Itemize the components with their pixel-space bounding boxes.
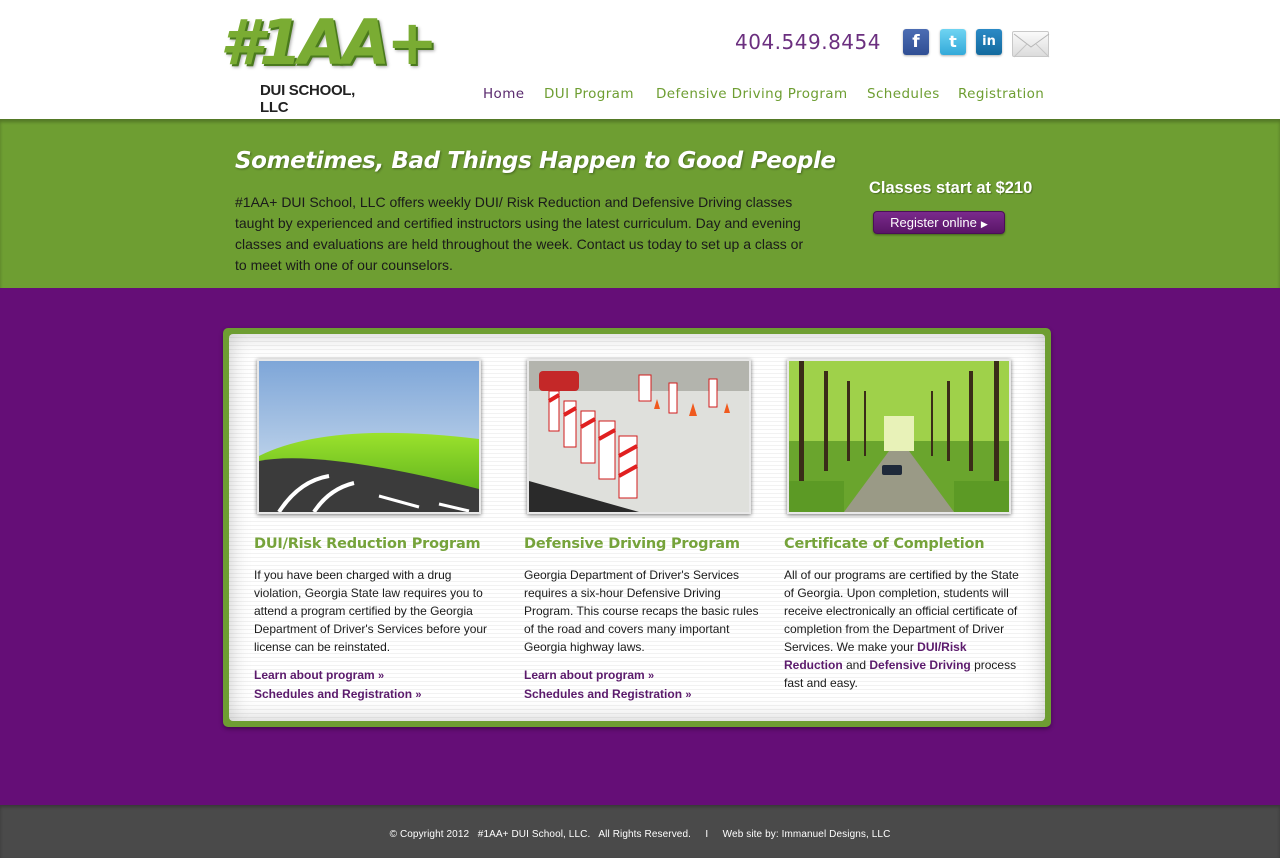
raquo-icon: » xyxy=(415,689,422,701)
footer-copyright: © Copyright 2012 #1AA+ DUI School, LLC. … xyxy=(389,829,891,840)
twitter-icon[interactable]: t xyxy=(940,29,966,55)
certificate-title: Certificate of Completion xyxy=(784,536,985,552)
certificate-text-b: and xyxy=(842,658,870,672)
register-online-button[interactable]: Register online ▶ xyxy=(873,211,1005,234)
certificate-column: Certificate of Completion All of our pro… xyxy=(784,536,1024,692)
dd-learn-link[interactable]: Learn about program » xyxy=(524,668,654,682)
dui-schedules-label: Schedules and Registration xyxy=(254,687,413,701)
logo-subtitle: DUI SCHOOL, LLC xyxy=(260,82,356,116)
raquo-icon: » xyxy=(685,689,692,701)
certificate-description: All of our programs are certified by the… xyxy=(784,566,1024,692)
nav-registration[interactable]: Registration xyxy=(958,86,1044,102)
hero-description: #1AA+ DUI School, LLC offers weekly DUI/… xyxy=(235,194,804,273)
road-barriers-photo xyxy=(527,359,751,514)
linkedin-icon[interactable]: in xyxy=(976,29,1002,55)
dui-schedules-link[interactable]: Schedules and Registration » xyxy=(254,687,422,701)
defensive-driving-description: Georgia Department of Driver's Services … xyxy=(524,568,759,654)
nav-dui-program[interactable]: DUI Program xyxy=(544,86,634,102)
dui-program-description: If you have been charged with a drug vio… xyxy=(254,568,488,654)
raquo-icon: » xyxy=(378,670,385,682)
defensive-driving-links: Learn about program » Schedules and Regi… xyxy=(524,666,764,704)
dd-schedules-link[interactable]: Schedules and Registration » xyxy=(524,687,692,701)
site-header: #1AA+ DUI SCHOOL, LLC 404.549.8454 f t i… xyxy=(0,0,1280,119)
tree-lined-road-photo xyxy=(787,359,1011,514)
dui-learn-label: Learn about program xyxy=(254,668,375,682)
price-callout: Classes start at $210 xyxy=(869,179,1033,197)
dd-schedules-label: Schedules and Registration xyxy=(524,687,683,701)
certificate-text-a: All of our programs are certified by the… xyxy=(784,568,1019,654)
email-icon[interactable] xyxy=(1012,31,1050,58)
register-label: Register online xyxy=(890,215,977,230)
nav-defensive-driving[interactable]: Defensive Driving Program xyxy=(656,86,848,102)
nav-home[interactable]: Home xyxy=(483,86,524,102)
logo-wordmark: #1AA+ xyxy=(220,6,438,79)
dui-program-column: DUI/Risk Reduction Program If you have b… xyxy=(254,536,494,704)
hero-banner: Sometimes, Bad Things Happen to Good Peo… xyxy=(0,119,1280,288)
facebook-icon[interactable]: f xyxy=(903,29,929,55)
dui-program-title: DUI/Risk Reduction Program xyxy=(254,536,481,552)
site-footer: © Copyright 2012 #1AA+ DUI School, LLC. … xyxy=(0,805,1280,858)
play-arrow-icon: ▶ xyxy=(980,219,988,229)
defensive-driving-link[interactable]: Defensive Driving xyxy=(869,658,970,672)
defensive-driving-column: Defensive Driving Program Georgia Depart… xyxy=(524,536,764,704)
dui-learn-link[interactable]: Learn about program » xyxy=(254,668,384,682)
site-logo[interactable]: #1AA+ DUI SCHOOL, LLC xyxy=(220,10,438,117)
nav-schedules[interactable]: Schedules xyxy=(867,86,940,102)
hero-title: Sometimes, Bad Things Happen to Good Peo… xyxy=(235,148,836,174)
raquo-icon: » xyxy=(648,670,655,682)
dd-learn-label: Learn about program xyxy=(524,668,645,682)
defensive-driving-title: Defensive Driving Program xyxy=(524,536,740,552)
road-photo xyxy=(257,359,481,514)
phone-number: 404.549.8454 xyxy=(735,30,881,54)
dui-program-links: Learn about program » Schedules and Regi… xyxy=(254,666,494,704)
